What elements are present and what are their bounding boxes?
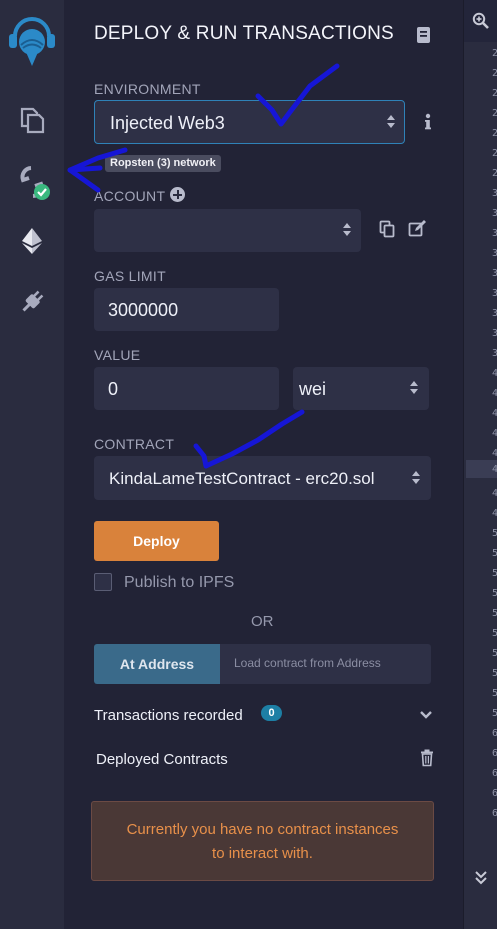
annotation-checkmark-environment: [255, 63, 340, 127]
annotation-arrow-deploy-icon-shaft: [67, 165, 103, 173]
annotation-checkmark-contract: [193, 409, 305, 469]
annotation-overlay: [67, 63, 340, 469]
